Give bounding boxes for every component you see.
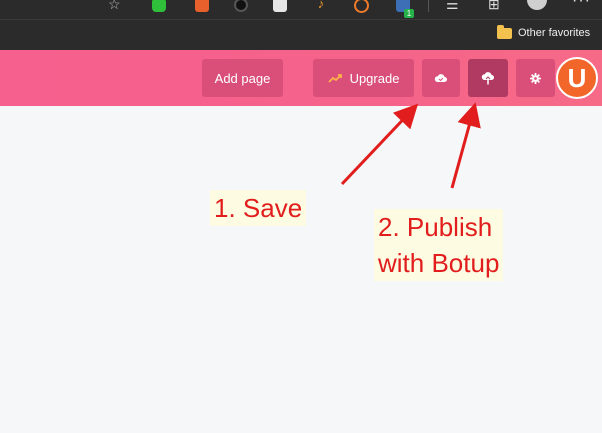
profile-avatar[interactable] [527, 0, 547, 10]
cloud-upload-icon [481, 71, 494, 84]
publish-arrow [450, 102, 481, 189]
save-annotation: 1. Save [210, 190, 307, 226]
more-menu-icon[interactable]: ··· [572, 0, 591, 10]
tab-actions-icon[interactable]: ⊞ [488, 0, 500, 13]
app-toolbar: Add page Upgrade U [0, 50, 602, 106]
save-arrow [340, 103, 419, 186]
upgrade-label: Upgrade [349, 70, 400, 86]
cloud-icon [434, 74, 447, 82]
publish-button[interactable] [468, 59, 508, 97]
upgrade-button[interactable]: Upgrade [313, 59, 414, 97]
other-favorites-folder[interactable]: Other favorites [497, 24, 591, 39]
trend-up-icon [327, 74, 342, 83]
logo-letter: U [567, 63, 587, 93]
favorite-star-icon[interactable]: ☆ [108, 0, 121, 13]
browser-chrome: ☆ ♪ 1 ☰ ⊞ ··· Other favorites [0, 0, 602, 50]
collections-icon[interactable]: ☰ [446, 0, 459, 13]
gear-icon [530, 72, 541, 84]
favorites-bar: Other favorites [0, 19, 602, 50]
other-favorites-label: Other favorites [518, 27, 591, 39]
eight-ball-extension-icon[interactable] [234, 0, 248, 12]
extension-badge-count: 1 [404, 9, 414, 18]
toolbar-separator [428, 0, 429, 12]
add-page-button[interactable]: Add page [202, 59, 283, 97]
settings-button[interactable] [516, 59, 555, 97]
badge-extension-icon[interactable]: 1 [396, 0, 414, 18]
green-extension-icon[interactable] [152, 0, 166, 12]
swirl-extension-icon[interactable] [354, 0, 369, 13]
extensions-row: ☆ ♪ 1 ☰ ⊞ ··· [0, 0, 602, 18]
house-extension-icon[interactable] [273, 0, 287, 12]
app-logo[interactable]: U [556, 57, 598, 99]
publish-annotation: 2. Publish with Botup [374, 209, 504, 281]
save-button[interactable] [422, 59, 460, 97]
orange-extension-icon[interactable] [195, 0, 209, 12]
folder-icon [497, 24, 512, 39]
music-note-extension-icon[interactable]: ♪ [314, 0, 328, 12]
